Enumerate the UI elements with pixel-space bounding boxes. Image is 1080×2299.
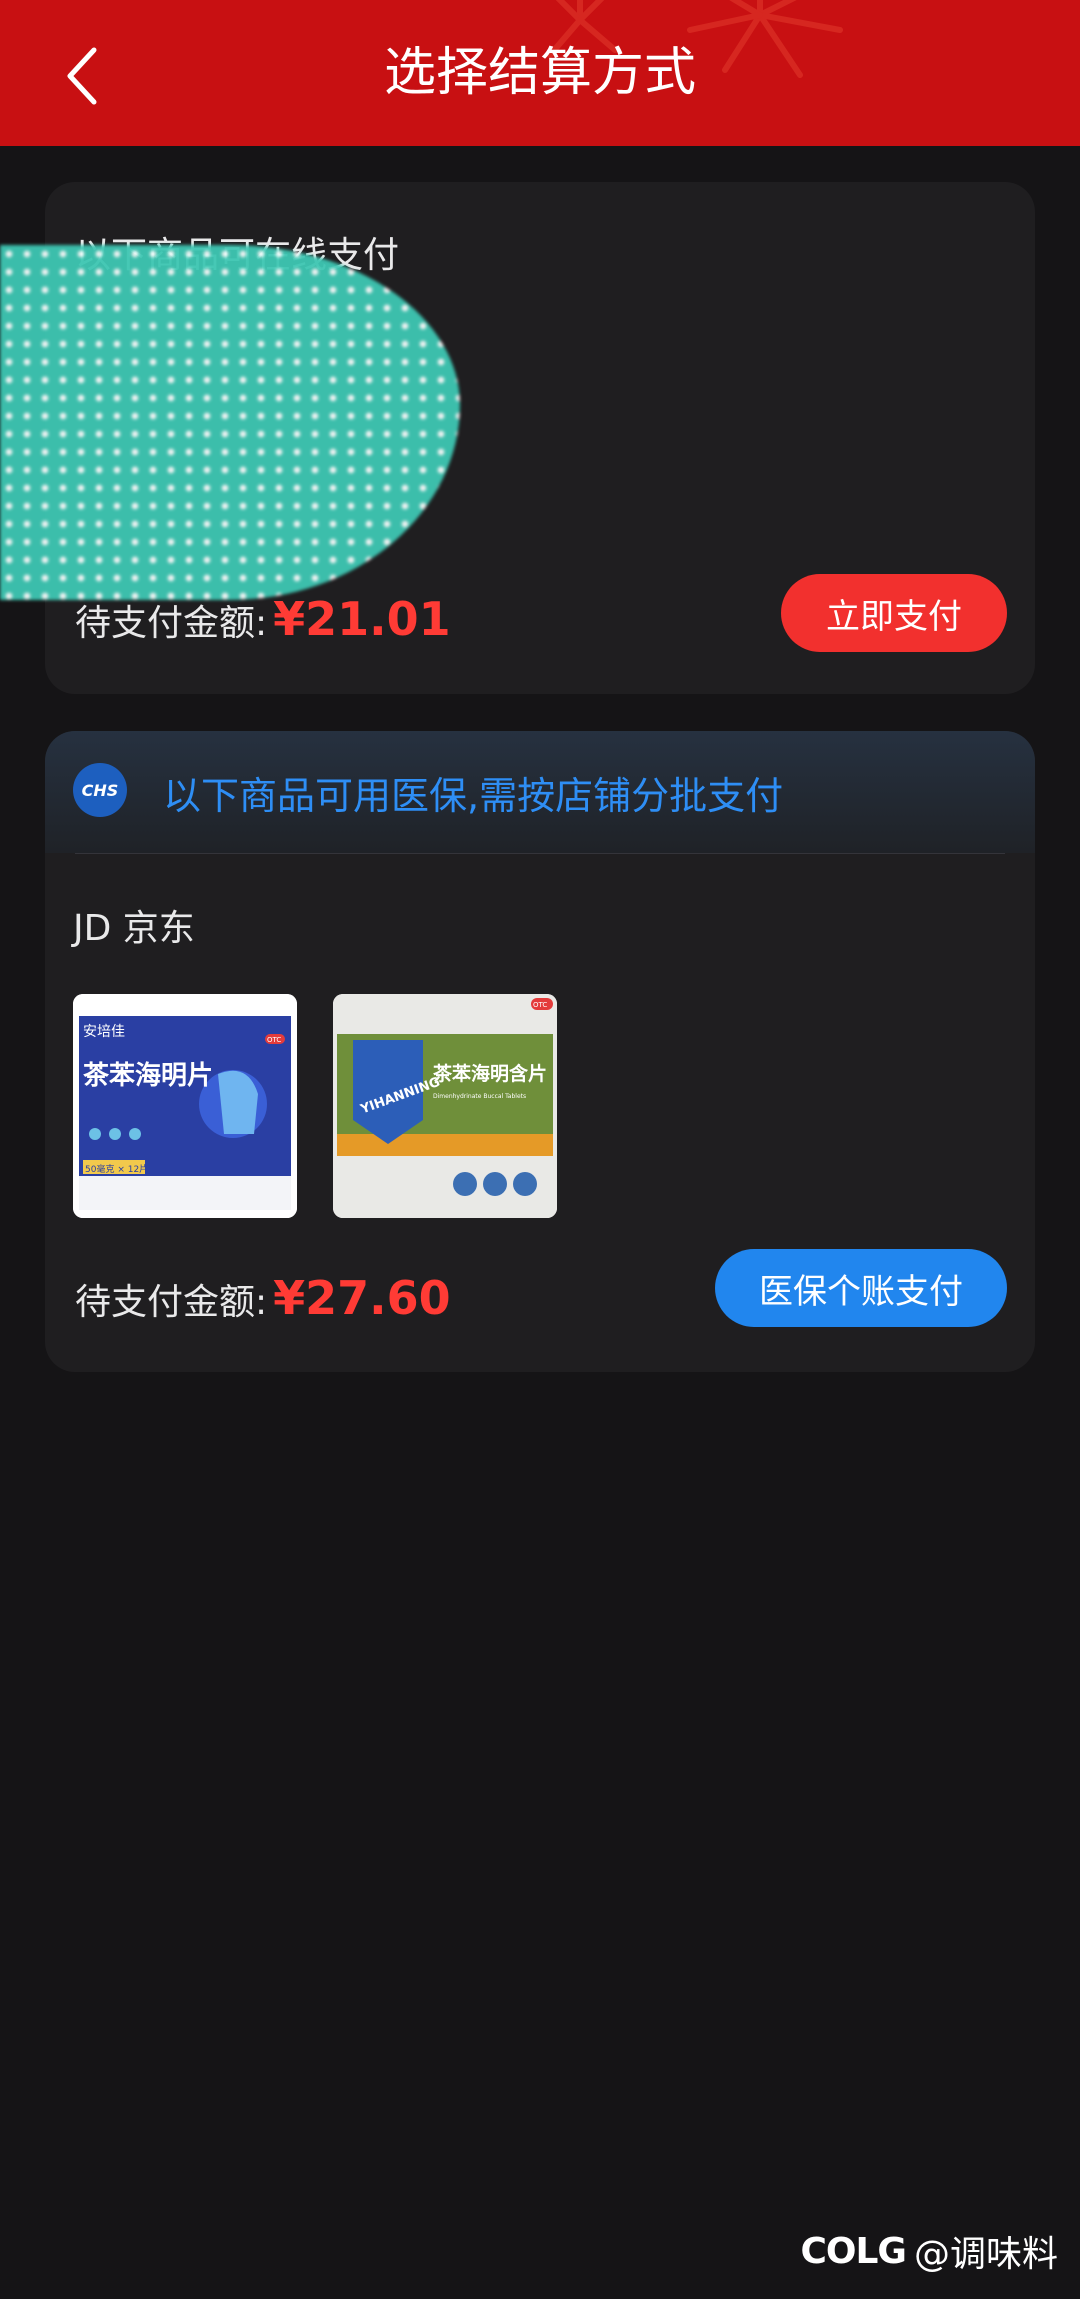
medical-insurance-card: CHS 以下商品可用医保,需按店铺分批支付 JD 京东 安培佳 茶苯海明片 50… [45,731,1035,1372]
pending-amount-value: ¥27.60 [273,1271,451,1325]
product-thumbnail[interactable]: YIHANNING 茶苯海明含片 Dimenhydrinate Buccal T… [333,994,557,1218]
pending-amount-value: ¥21.01 [273,592,451,646]
medicine-box-image: 安培佳 茶苯海明片 50毫克 × 12片 OTC [73,994,297,1218]
medical-account-pay-button[interactable]: 医保个账支付 [715,1249,1007,1327]
online-pending-amount: 待支付金额: ¥21.01 [75,592,451,646]
medical-pending-amount: 待支付金额: ¥27.60 [75,1271,451,1325]
product-list: 安培佳 茶苯海明片 50毫克 × 12片 OTC YIHANNING 茶苯海明含… [73,994,557,1218]
product-name: 茶苯海明片 [83,1061,213,1091]
pay-now-button[interactable]: 立即支付 [781,574,1007,652]
watermark-handle: @调味料 [913,2234,1058,2275]
otc-badge: OTC [267,1036,281,1044]
otc-badge: OTC [533,1001,547,1009]
divider [75,853,1005,854]
store-name: JD 京东 [73,908,195,949]
medical-section-header: CHS 以下商品可用医保,需按店铺分批支付 [45,731,1035,853]
product-name: 茶苯海明含片 [433,1062,547,1085]
product-subtitle: Dimenhydrinate Buccal Tablets [433,1093,526,1100]
medical-section-title: 以下商品可用医保,需按店铺分批支付 [163,774,784,818]
product-spec: 50毫克 × 12片 [85,1163,148,1175]
product-thumbnail[interactable]: 安培佳 茶苯海明片 50毫克 × 12片 OTC [73,994,297,1218]
colg-logo: COLG [800,2230,907,2272]
app-header: 选择结算方式 [0,0,1080,146]
watermark: COLG @调味料 [800,2225,1058,2277]
page-title: 选择结算方式 [383,43,696,103]
product-brand: 安培佳 [83,1024,125,1040]
pending-label: 待支付金额: [75,1282,268,1323]
pending-label: 待支付金额: [75,603,268,644]
chs-logo-icon: CHS [73,763,127,817]
medicine-box-image: YIHANNING 茶苯海明含片 Dimenhydrinate Buccal T… [333,994,557,1218]
